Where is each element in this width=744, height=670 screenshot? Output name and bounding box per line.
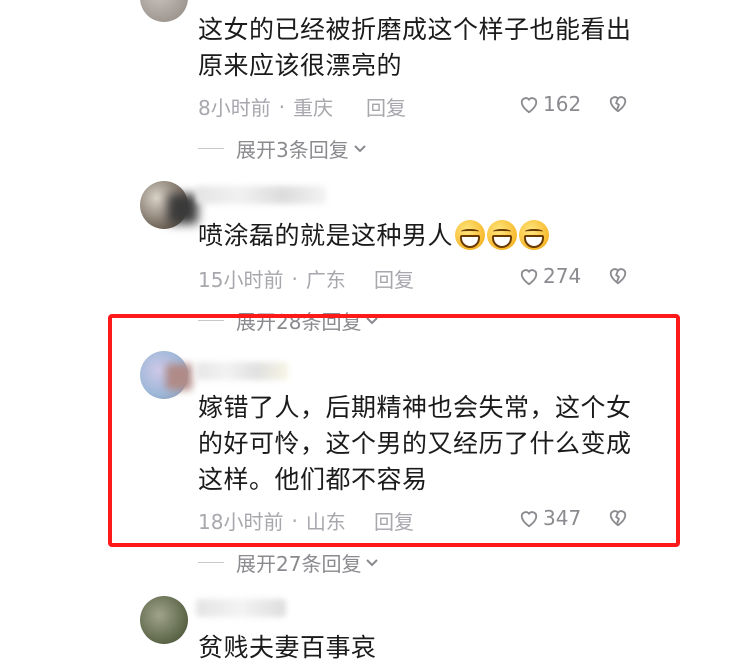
username-redacted[interactable] [196, 599, 286, 617]
username-redacted[interactable] [196, 186, 326, 204]
comment-text-line: 贫贱夫妻百事哀 [198, 633, 377, 662]
comment-meta: 15小时前 · 广东 [198, 264, 346, 293]
broken-heart-icon[interactable] [607, 93, 629, 113]
avatar[interactable] [140, 596, 188, 644]
chevron-down-icon [354, 144, 366, 152]
comment-text-line: 喷涂磊的就是这种男人 [198, 221, 454, 250]
grinning-face-emoji [487, 220, 518, 250]
username-redacted [168, 194, 198, 224]
comment-meta: 8小时前 · 重庆 [198, 92, 333, 121]
expand-replies-label: 展开27条回复 [236, 552, 362, 576]
expand-replies-label: 展开3条回复 [236, 138, 349, 162]
heart-outline-icon [520, 269, 538, 286]
comment-time: 15小时前 [198, 268, 284, 292]
avatar[interactable] [140, 0, 188, 22]
comment-text-line: 这女的已经被折磨成这个样子也能看出 [198, 15, 632, 44]
broken-heart-icon[interactable] [607, 265, 629, 285]
highlight-box [108, 314, 680, 547]
like-count: 162 [543, 92, 582, 116]
comment-text: 喷涂磊的就是这种男人 [198, 218, 550, 254]
comment-text-line: 原来应该很漂亮的 [198, 51, 403, 80]
comment-time: 8小时前 [198, 96, 271, 120]
expand-replies-button[interactable]: 展开27条回复 [198, 548, 379, 577]
meta-separator: · [278, 94, 286, 119]
chevron-down-icon [366, 558, 379, 566]
grinning-face-emoji [519, 220, 550, 250]
like-button[interactable]: 274 [518, 264, 581, 288]
reply-button[interactable]: 回复 [366, 92, 406, 121]
divider [198, 562, 224, 563]
grinning-face-emoji [455, 220, 486, 250]
divider [198, 148, 224, 149]
reply-button[interactable]: 回复 [374, 264, 414, 293]
expand-replies-button[interactable]: 展开3条回复 [198, 134, 367, 163]
like-count: 274 [543, 264, 582, 288]
comment-text: 贫贱夫妻百事哀 [198, 630, 377, 666]
comment-location: 重庆 [293, 96, 334, 120]
comment-location: 广东 [305, 268, 346, 292]
meta-separator: · [291, 266, 298, 291]
heart-outline-icon [520, 97, 538, 114]
comment-text: 这女的已经被折磨成这个样子也能看出 原来应该很漂亮的 [198, 12, 632, 84]
like-button[interactable]: 162 [518, 92, 581, 116]
